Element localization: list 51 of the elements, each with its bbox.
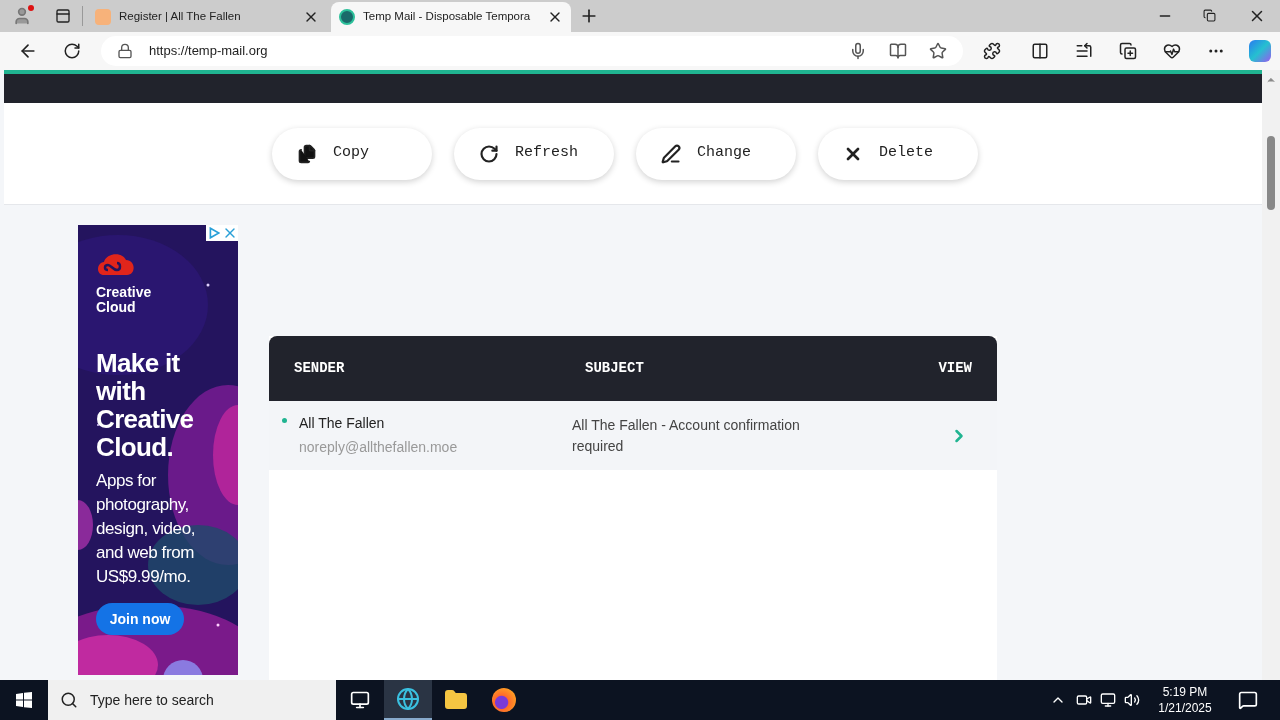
browser-tab[interactable]: Temp Mail - Disposable Tempora	[331, 2, 571, 32]
action-button[interactable]: Copy	[272, 127, 432, 180]
notifications-icon[interactable]	[1238, 690, 1258, 710]
clock-time: 5:19 PM	[1162, 684, 1208, 700]
camera-icon[interactable]	[1076, 692, 1092, 708]
column-header: SENDER	[294, 359, 346, 378]
url-text: https://temp-mail.org	[149, 42, 268, 61]
ad-brand: Creative Cloud	[96, 285, 153, 315]
copy-icon	[297, 143, 317, 164]
tab-title: Temp Mail - Disposable Tempora	[363, 9, 531, 25]
favorite-icon[interactable]	[929, 42, 947, 60]
split-screen-icon[interactable]	[1031, 42, 1049, 60]
search-placeholder: Type here to search	[90, 690, 214, 710]
address-field[interactable]: https://temp-mail.org	[101, 36, 963, 66]
email-row[interactable]: All The Fallen noreply@allthefallen.moe All The Fallen - Account confirmation required	[269, 401, 997, 470]
health-icon[interactable]	[1163, 42, 1181, 60]
column-header: SUBJECT	[585, 359, 645, 378]
reader-icon[interactable]	[889, 42, 907, 60]
profile-icon[interactable]	[12, 6, 32, 26]
email-subject: All The Fallen - Account confirmation required	[572, 415, 801, 456]
pen-icon	[661, 143, 681, 164]
refresh-icon	[479, 143, 499, 164]
extensions-icon[interactable]	[983, 42, 1001, 60]
scroll-thumb[interactable]	[1267, 136, 1275, 210]
taskbar-search-field[interactable]: Type here to search	[48, 680, 336, 720]
tab-favicon	[95, 9, 111, 25]
sender-name: All The Fallen	[299, 414, 386, 433]
collections-icon[interactable]	[1119, 42, 1137, 60]
clock[interactable]: 5:19 PM 1/21/2025	[1150, 684, 1220, 716]
action-button[interactable]: Refresh	[454, 127, 614, 180]
sender-email: noreply@allthefallen.moe	[299, 438, 459, 457]
browser-tab[interactable]: Register | All The Fallen	[87, 2, 327, 32]
file-explorer-icon[interactable]	[444, 688, 468, 712]
action-button[interactable]: Change	[636, 127, 796, 180]
ad-body: Apps for photography, design, video, and web from US$9.99/mo.	[96, 470, 196, 588]
restore-icon[interactable]	[1203, 9, 1216, 22]
advertisement[interactable]: Creative Cloud Make it with Creative Cloud. Apps for photography, design, video, and web from US$9.99/mo. Join now	[78, 225, 238, 675]
search-icon	[60, 691, 78, 709]
clock-date: 1/21/2025	[1158, 700, 1212, 716]
tab-title: Register | All The Fallen	[119, 9, 241, 25]
scrollbar[interactable]	[1262, 70, 1280, 680]
tab-actions-icon[interactable]	[55, 8, 71, 24]
join-now-button[interactable]: Join now	[96, 603, 184, 635]
tab-favicon	[339, 9, 355, 25]
action-button[interactable]: Delete	[818, 127, 978, 180]
lock-icon	[117, 43, 133, 59]
reload-icon[interactable]	[63, 42, 81, 60]
volume-icon[interactable]	[1124, 692, 1140, 708]
windows-start-icon[interactable]	[16, 692, 32, 708]
ad-headline: Make it with Creative Cloud.	[96, 349, 195, 461]
column-header: VIEW	[938, 359, 972, 378]
